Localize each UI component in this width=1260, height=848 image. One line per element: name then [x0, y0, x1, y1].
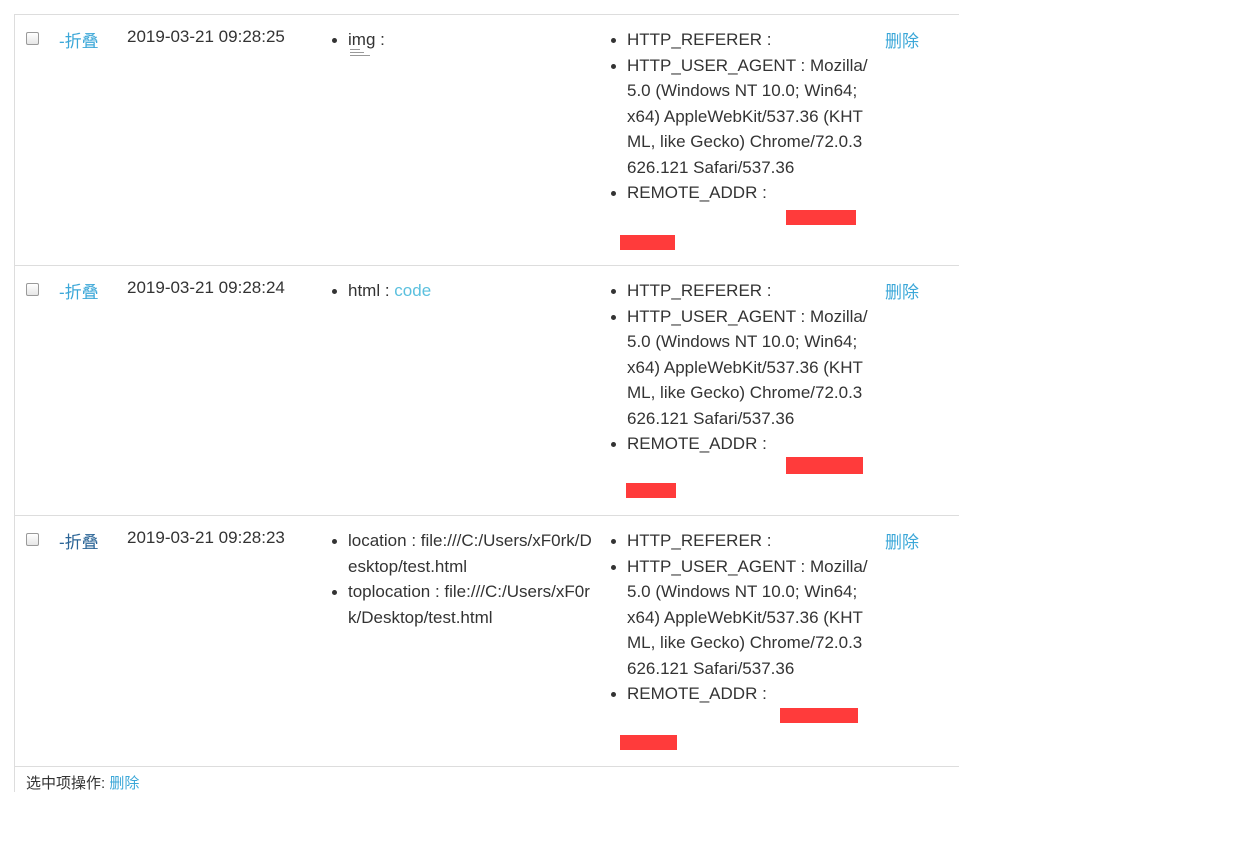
redaction-bar [786, 457, 863, 474]
request-headers-list: HTTP_REFERER : HTTP_USER_AGENT : Mozilla… [609, 528, 869, 707]
header-separator: : [795, 556, 810, 576]
header-item: REMOTE_ADDR : [609, 431, 869, 457]
captured-values-list: img : [330, 27, 600, 53]
redaction-bar [626, 483, 676, 498]
captured-values-list: location : file:///C:/Users/xF0rk/Deskto… [330, 528, 600, 630]
captured-value-item: location : file:///C:/Users/xF0rk/Deskto… [330, 528, 600, 579]
request-headers-list: HTTP_REFERER : HTTP_USER_AGENT : Mozilla… [609, 278, 869, 457]
header-key: REMOTE_ADDR [627, 183, 758, 202]
value-separator: : [380, 281, 395, 300]
header-key: HTTP_REFERER [627, 531, 763, 550]
record-time: 2019-03-21 09:28:24 [127, 278, 285, 297]
fold-link[interactable]: -折叠 [59, 528, 99, 553]
header-key: REMOTE_ADDR [627, 434, 758, 453]
header-key: HTTP_USER_AGENT [627, 55, 796, 75]
fold-link[interactable]: -折叠 [59, 27, 99, 52]
header-separator: : [757, 434, 767, 453]
captured-values-list: html : code [330, 278, 600, 304]
row-checkbox[interactable] [26, 32, 39, 45]
value-separator: : [375, 30, 385, 49]
redaction-bar [780, 708, 858, 723]
header-item: HTTP_USER_AGENT : Mozilla/5.0 (Windows N… [609, 53, 869, 181]
bulk-actions-label: 选中项操作: [26, 775, 106, 792]
delete-link[interactable]: 删除 [885, 528, 919, 553]
delete-link[interactable]: 删除 [885, 278, 919, 303]
row-checkbox[interactable] [26, 533, 39, 546]
header-item: HTTP_REFERER : [609, 278, 869, 304]
header-item: HTTP_USER_AGENT : Mozilla/5.0 (Windows N… [609, 304, 869, 432]
value-key: img [348, 30, 376, 49]
value-separator: : [406, 531, 421, 550]
delete-link[interactable]: 删除 [885, 27, 919, 52]
header-key: HTTP_REFERER [627, 281, 763, 300]
header-key: HTTP_USER_AGENT [627, 306, 796, 326]
header-separator: : [795, 55, 810, 75]
header-item: REMOTE_ADDR : [609, 180, 869, 206]
image-thumbnail[interactable] [350, 49, 370, 63]
header-separator: : [762, 281, 772, 300]
captured-value-item: img : [330, 27, 600, 53]
header-separator: : [762, 30, 772, 49]
table-row: -折叠 2019-03-21 09:28:25 img : HTTP_REFER… [14, 15, 959, 266]
header-separator: : [757, 684, 767, 703]
header-item: HTTP_USER_AGENT : Mozilla/5.0 (Windows N… [609, 554, 869, 682]
value-separator: : [430, 582, 445, 601]
value-key: location [348, 531, 407, 550]
header-separator: : [762, 531, 772, 550]
value-key: html [348, 281, 381, 300]
redaction-bar [620, 735, 677, 750]
table-row: -折叠 2019-03-21 09:28:24 html : code HTTP… [14, 266, 959, 516]
header-separator: : [757, 183, 767, 202]
header-key: REMOTE_ADDR [627, 684, 758, 703]
bulk-delete-link[interactable]: 删除 [109, 775, 139, 792]
bulk-actions-bar: 选中项操作: 删除 [26, 772, 139, 793]
code-link[interactable]: code [394, 281, 431, 300]
value-key: toplocation [348, 582, 431, 601]
header-item: HTTP_REFERER : [609, 528, 869, 554]
row-checkbox[interactable] [26, 283, 39, 296]
captured-value-item: html : code [330, 278, 600, 304]
header-separator: : [795, 306, 810, 326]
record-time: 2019-03-21 09:28:25 [127, 27, 285, 46]
captured-value-item: toplocation : file:///C:/Users/xF0rk/Des… [330, 579, 600, 630]
header-key: HTTP_USER_AGENT [627, 556, 796, 576]
record-time: 2019-03-21 09:28:23 [127, 528, 285, 547]
redaction-bar [786, 210, 856, 225]
header-key: HTTP_REFERER [627, 30, 763, 49]
request-headers-list: HTTP_REFERER : HTTP_USER_AGENT : Mozilla… [609, 27, 869, 206]
redaction-bar [620, 235, 675, 250]
header-item: HTTP_REFERER : [609, 27, 869, 53]
fold-link[interactable]: -折叠 [59, 278, 99, 303]
table-row: -折叠 2019-03-21 09:28:23 location : file:… [14, 516, 959, 767]
header-item: REMOTE_ADDR : [609, 681, 869, 707]
